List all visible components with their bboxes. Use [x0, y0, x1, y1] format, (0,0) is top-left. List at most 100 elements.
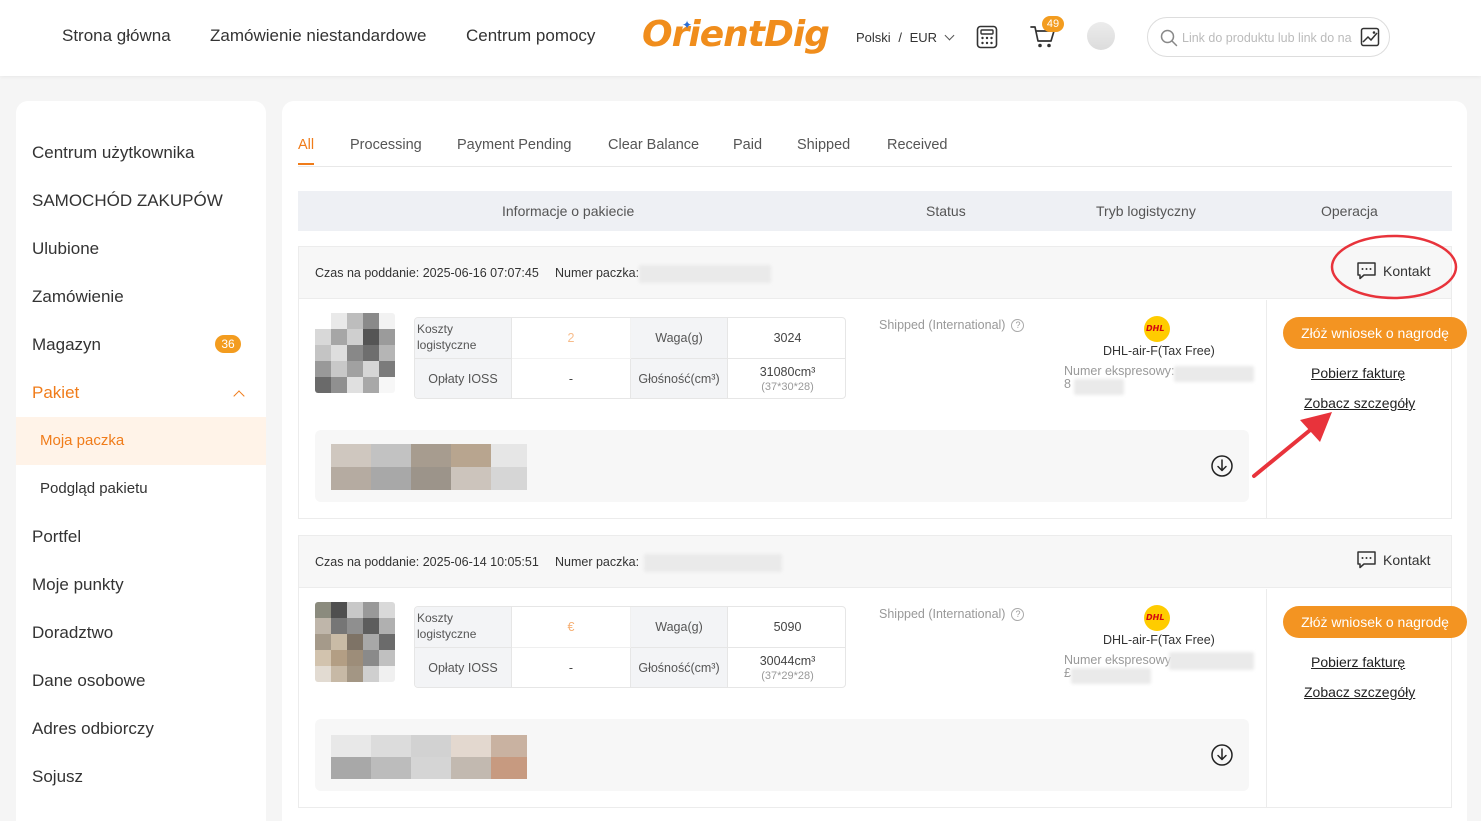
item-thumbnails[interactable] — [331, 735, 527, 779]
tab-paid[interactable]: Paid — [733, 137, 762, 153]
sidebar-item-consulting[interactable]: Doradztwo — [32, 623, 113, 643]
sidebar-item-shopping-cart[interactable]: SAMOCHÓD ZAKUPÓW — [32, 191, 223, 211]
chat-icon — [1357, 551, 1376, 569]
tab-received[interactable]: Received — [887, 137, 947, 153]
download-icon[interactable] — [1211, 455, 1233, 477]
apply-reward-button[interactable]: Złóż wniosek o nagrodę — [1283, 606, 1467, 638]
volume-label: Głośność(cm³) — [631, 648, 728, 687]
weight-value: 3024 — [728, 318, 845, 359]
language-currency-selector[interactable]: Polski / EUR — [856, 30, 955, 45]
operation-divider — [1266, 300, 1267, 519]
weight-label: Waga(g) — [631, 607, 728, 648]
package-card-header: Czas na poddanie: 2025-06-16 07:07:45 Nu… — [299, 247, 1451, 299]
sidebar-item-my-points[interactable]: Moje punkty — [32, 575, 124, 595]
image-search-icon[interactable] — [1360, 27, 1380, 47]
ioss-label: Opłaty IOSS — [415, 359, 512, 398]
express-number-label: Numer ekspresowy: — [1064, 364, 1175, 378]
package-status: Shipped (International)? — [879, 607, 1025, 622]
sidebar-item-user-center[interactable]: Centrum użytkownika — [32, 143, 195, 163]
contact-button[interactable]: Kontakt — [1356, 262, 1430, 282]
sidebar-item-my-package[interactable]: Moja paczka — [40, 432, 124, 449]
package-number-redacted — [639, 265, 771, 283]
download-invoice-link[interactable]: Pobierz fakturę — [1311, 654, 1405, 670]
view-details-link[interactable]: Zobacz szczegóły — [1304, 684, 1415, 700]
sidebar-item-favorites[interactable]: Ulubione — [32, 239, 99, 259]
nav-help-center[interactable]: Centrum pomocy — [466, 26, 595, 46]
active-tab-indicator — [298, 163, 314, 165]
tab-clear-balance[interactable]: Clear Balance — [608, 137, 699, 153]
col-logistics-mode: Tryb logistyczny — [1096, 203, 1196, 219]
apply-reward-button[interactable]: Złóż wniosek o nagrodę — [1283, 317, 1467, 349]
chevron-down-icon — [944, 30, 955, 41]
package-number-redacted — [644, 554, 782, 572]
download-invoice-link[interactable]: Pobierz fakturę — [1311, 365, 1405, 381]
volume-dims: (37*30*28) — [761, 381, 814, 394]
sidebar-item-personal-data[interactable]: Dane osobowe — [32, 671, 145, 691]
logistics-cost-label: Koszty logistyczne — [415, 607, 512, 648]
contact-label: Kontakt — [1383, 552, 1431, 569]
sidebar-item-orders[interactable]: Zamówienie — [32, 287, 124, 307]
chevron-up-icon[interactable] — [233, 390, 245, 402]
submit-time: Czas na poddanie: 2025-06-14 10:05:51 — [315, 555, 539, 569]
help-icon[interactable]: ? — [1011, 319, 1025, 332]
search-input[interactable] — [1182, 27, 1352, 49]
sidebar-item-warehouse[interactable]: Magazyn — [32, 335, 101, 355]
volume-cell: 31080cm³ (37*30*28) — [728, 359, 845, 398]
nav-custom-order[interactable]: Zamówienie niestandardowe — [210, 26, 426, 46]
submit-time: Czas na poddanie: 2025-06-16 07:07:45 — [315, 266, 539, 280]
volume-cell: 30044cm³ (37*29*28) — [728, 648, 845, 687]
express-number-prefix: 8 — [1064, 377, 1071, 391]
help-icon[interactable]: ? — [1011, 608, 1025, 621]
item-thumbnails[interactable] — [331, 444, 527, 490]
weight-value: 5090 — [728, 607, 845, 648]
user-avatar[interactable] — [1087, 22, 1115, 50]
language-separator: / — [898, 30, 902, 45]
col-status: Status — [926, 203, 966, 219]
view-details-link[interactable]: Zobacz szczegóły — [1304, 395, 1415, 411]
cart-count-badge: 49 — [1042, 16, 1064, 32]
sidebar-item-alliance[interactable]: Sojusz — [32, 767, 83, 787]
weight-label: Waga(g) — [631, 318, 728, 359]
download-icon[interactable] — [1211, 744, 1233, 766]
ioss-value: - — [512, 359, 631, 398]
tab-processing[interactable]: Processing — [350, 137, 422, 153]
logistics-cost-value: € — [512, 607, 631, 648]
logistics-mode: DHL-air-F(Tax Free) — [1103, 344, 1215, 358]
top-header: Strona główna Zamówienie niestandardowe … — [0, 0, 1481, 76]
package-thumbnail[interactable] — [315, 313, 395, 393]
sidebar: Centrum użytkownika SAMOCHÓD ZAKUPÓW Ulu… — [16, 101, 266, 821]
sidebar-item-package-preview[interactable]: Podgląd pakietu — [40, 480, 148, 497]
contact-button[interactable]: Kontakt — [1356, 551, 1431, 571]
tabs-divider — [298, 166, 1452, 167]
sidebar-item-package[interactable]: Pakiet — [32, 383, 79, 403]
volume-dims: (37*29*28) — [761, 670, 814, 683]
express-number-label: Numer ekspresowy: — [1064, 653, 1175, 667]
logo-star-icon: ✦ — [682, 18, 693, 32]
express-number-redacted — [1169, 652, 1254, 670]
orientdig-logo[interactable]: OrientDig ✦ — [642, 14, 832, 62]
package-info-table: Koszty logistyczne € Waga(g) 5090 Opłaty… — [414, 606, 846, 688]
language-label: Polski — [856, 30, 891, 45]
package-card: Czas na poddanie: 2025-06-14 10:05:51 Nu… — [298, 535, 1467, 808]
dhl-logo: DHL — [1144, 605, 1170, 631]
package-items-strip — [315, 719, 1249, 791]
package-thumbnail[interactable] — [315, 602, 395, 682]
tab-shipped[interactable]: Shipped — [797, 137, 850, 153]
logistics-mode: DHL-air-F(Tax Free) — [1103, 633, 1215, 647]
volume-value: 30044cm³ — [759, 654, 816, 669]
currency-label: EUR — [909, 30, 938, 45]
tab-payment-pending[interactable]: Payment Pending — [457, 137, 571, 153]
ioss-label: Opłaty IOSS — [415, 648, 512, 687]
search-box — [1147, 17, 1390, 57]
tab-all[interactable]: All — [298, 137, 314, 153]
warehouse-count-badge: 36 — [215, 335, 241, 353]
operation-divider — [1266, 589, 1267, 808]
volume-value: 31080cm³ — [759, 365, 816, 380]
calculator-icon[interactable] — [976, 25, 998, 54]
search-icon[interactable] — [1160, 29, 1178, 47]
dhl-logo: DHL — [1144, 316, 1170, 342]
nav-home[interactable]: Strona główna — [62, 26, 171, 46]
sidebar-item-wallet[interactable]: Portfel — [32, 527, 81, 547]
package-status: Shipped (International)? — [879, 318, 1025, 333]
sidebar-item-shipping-address[interactable]: Adres odbiorczy — [32, 719, 154, 739]
